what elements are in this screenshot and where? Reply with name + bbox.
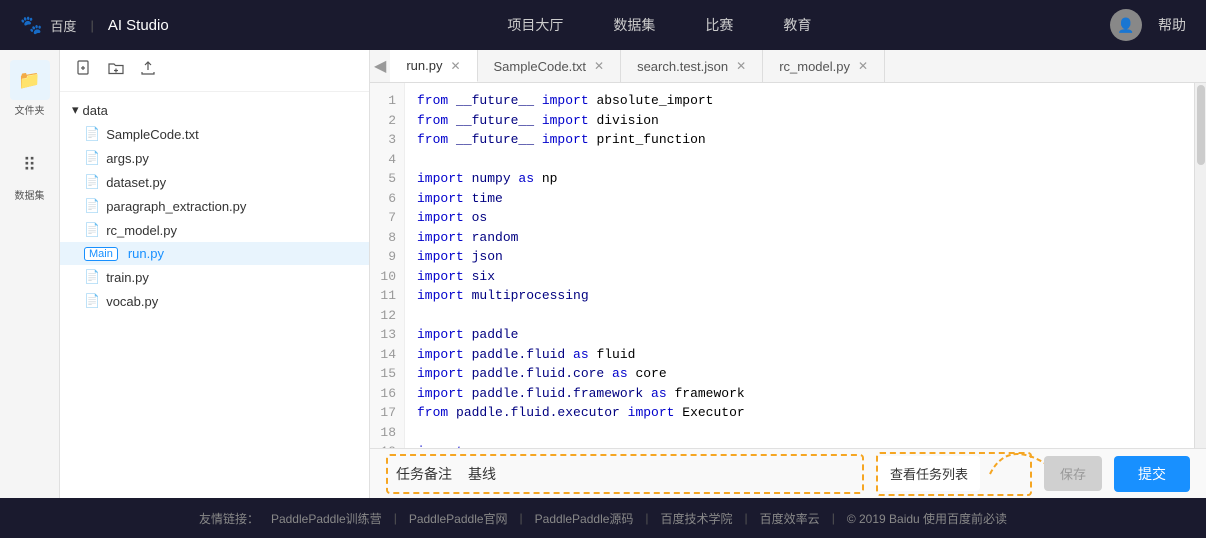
new-file-btn[interactable] (72, 58, 96, 83)
chevron-down-icon: ▾ (72, 102, 79, 118)
scrollbar-vertical[interactable] (1194, 83, 1206, 448)
tab-rc-model[interactable]: rc_model.py ✕ (763, 50, 885, 82)
file-icon: 📄 (84, 174, 100, 190)
view-tasks-btn[interactable]: 查看任务列表 (878, 456, 980, 491)
file-name: rc_model.py (106, 223, 177, 238)
file-name: args.py (106, 151, 149, 166)
help-link[interactable]: 帮助 (1158, 15, 1186, 35)
tab-run-py[interactable]: run.py ✕ (390, 50, 477, 82)
tab-label: search.test.json (637, 59, 728, 74)
footer-link-2[interactable]: PaddlePaddle官网 (409, 510, 508, 527)
active-file-name: run.py (128, 246, 164, 261)
file-name: dataset.py (106, 175, 166, 190)
menu-projects[interactable]: 项目大厅 (507, 15, 563, 35)
list-item[interactable]: 📄 train.py (60, 265, 369, 289)
baidu-logo: 🐾 (20, 15, 42, 36)
tab-samplecode[interactable]: SampleCode.txt ✕ (478, 50, 622, 82)
collapse-panel-btn[interactable]: ◀ (374, 56, 386, 76)
list-item[interactable]: 📄 vocab.py (60, 289, 369, 313)
menu-education[interactable]: 教育 (783, 15, 811, 35)
list-item[interactable]: 📄 dataset.py (60, 170, 369, 194)
list-item[interactable]: 📄 paragraph_extraction.py (60, 194, 369, 218)
footer-link-1[interactable]: PaddlePaddle训练营 (271, 510, 382, 527)
footer-link-5[interactable]: 百度效率云 (760, 510, 820, 527)
tab-label: SampleCode.txt (494, 59, 587, 74)
top-menu: 项目大厅 数据集 比赛 教育 (209, 15, 1110, 35)
logo-baidu-cn: 百度 (50, 16, 76, 35)
file-name: paragraph_extraction.py (106, 199, 246, 214)
file-icon: 📄 (84, 198, 100, 214)
submit-button[interactable]: 提交 (1114, 456, 1190, 492)
menu-datasets[interactable]: 数据集 (613, 15, 655, 35)
file-icon: 📄 (84, 126, 100, 142)
file-name: train.py (106, 270, 149, 285)
top-right: 👤 帮助 (1110, 9, 1186, 41)
file-icon: 📄 (84, 269, 100, 285)
code-editor[interactable]: 123456789101112131415161718192021222324 … (370, 83, 1206, 448)
logo-aistudio: AI Studio (108, 17, 169, 34)
footer-copyright: © 2019 Baidu 使用百度前必读 (847, 510, 1007, 527)
baseline-label: 基线 (468, 464, 496, 484)
footer: 友情链接： PaddlePaddle训练营 | PaddlePaddle官网 |… (0, 498, 1206, 538)
tab-search-json[interactable]: search.test.json ✕ (621, 50, 763, 82)
code-content[interactable]: from __future__ import absolute_importfr… (405, 83, 1194, 448)
sidebar-files-label: 文件夹 (15, 102, 45, 117)
new-folder-btn[interactable] (104, 58, 128, 83)
main-badge: Main (84, 247, 118, 261)
editor-area: ◀ run.py ✕ SampleCode.txt ✕ search.test.… (370, 50, 1206, 498)
footer-label: 友情链接： (199, 510, 259, 527)
folder-data-label: data (83, 103, 108, 118)
footer-link-4[interactable]: 百度技术学院 (661, 510, 733, 527)
list-item[interactable]: 📄 SampleCode.txt (60, 122, 369, 146)
file-icon: 📄 (84, 222, 100, 238)
footer-link-3[interactable]: PaddlePaddle源码 (535, 510, 634, 527)
file-name: SampleCode.txt (106, 127, 199, 142)
tab-label: rc_model.py (779, 59, 850, 74)
file-name: vocab.py (106, 294, 158, 309)
main-layout: 📁 文件夹 ⠿ 数据集 (0, 50, 1206, 498)
file-icon: 📄 (84, 150, 100, 166)
close-tab-icon[interactable]: ✕ (736, 59, 746, 73)
upload-btn[interactable] (136, 58, 160, 83)
grid-icon[interactable]: ⠿ (10, 145, 50, 185)
menu-competition[interactable]: 比赛 (705, 15, 733, 35)
sidebar-item-datasets[interactable]: ⠿ 数据集 (10, 145, 50, 202)
bottom-panel: 任务备注 基线 查看任务列表 保存 提交 (370, 448, 1206, 498)
scrollbar-thumb[interactable] (1197, 85, 1205, 165)
file-panel: ▾ data 📄 SampleCode.txt 📄 args.py 📄 data… (60, 50, 370, 498)
tabs-bar: ◀ run.py ✕ SampleCode.txt ✕ search.test.… (370, 50, 1206, 83)
list-item[interactable]: 📄 args.py (60, 146, 369, 170)
list-item-active[interactable]: Main run.py (60, 242, 369, 265)
list-item[interactable]: 📄 rc_model.py (60, 218, 369, 242)
close-tab-icon[interactable]: ✕ (450, 59, 460, 73)
sidebar-item-files[interactable]: 📁 文件夹 (10, 60, 50, 117)
close-tab-icon[interactable]: ✕ (858, 59, 868, 73)
avatar[interactable]: 👤 (1110, 9, 1142, 41)
top-navigation: 🐾 百度 | AI Studio 项目大厅 数据集 比赛 教育 👤 帮助 (0, 0, 1206, 50)
arrow-decoration (980, 454, 1030, 494)
file-tree: ▾ data 📄 SampleCode.txt 📄 args.py 📄 data… (60, 92, 369, 498)
file-icon: 📄 (84, 293, 100, 309)
folder-data[interactable]: ▾ data (60, 98, 369, 122)
logo: 🐾 百度 | AI Studio (20, 15, 169, 36)
file-toolbar (60, 50, 369, 92)
tab-label: run.py (406, 58, 442, 73)
sidebar: 📁 文件夹 ⠿ 数据集 (0, 50, 60, 498)
sidebar-datasets-label: 数据集 (15, 187, 45, 202)
save-button[interactable]: 保存 (1044, 456, 1102, 491)
line-numbers: 123456789101112131415161718192021222324 (370, 83, 405, 448)
task-note-label: 任务备注 (396, 464, 452, 484)
task-input[interactable] (512, 458, 854, 490)
close-tab-icon[interactable]: ✕ (594, 59, 604, 73)
folder-icon[interactable]: 📁 (10, 60, 50, 100)
